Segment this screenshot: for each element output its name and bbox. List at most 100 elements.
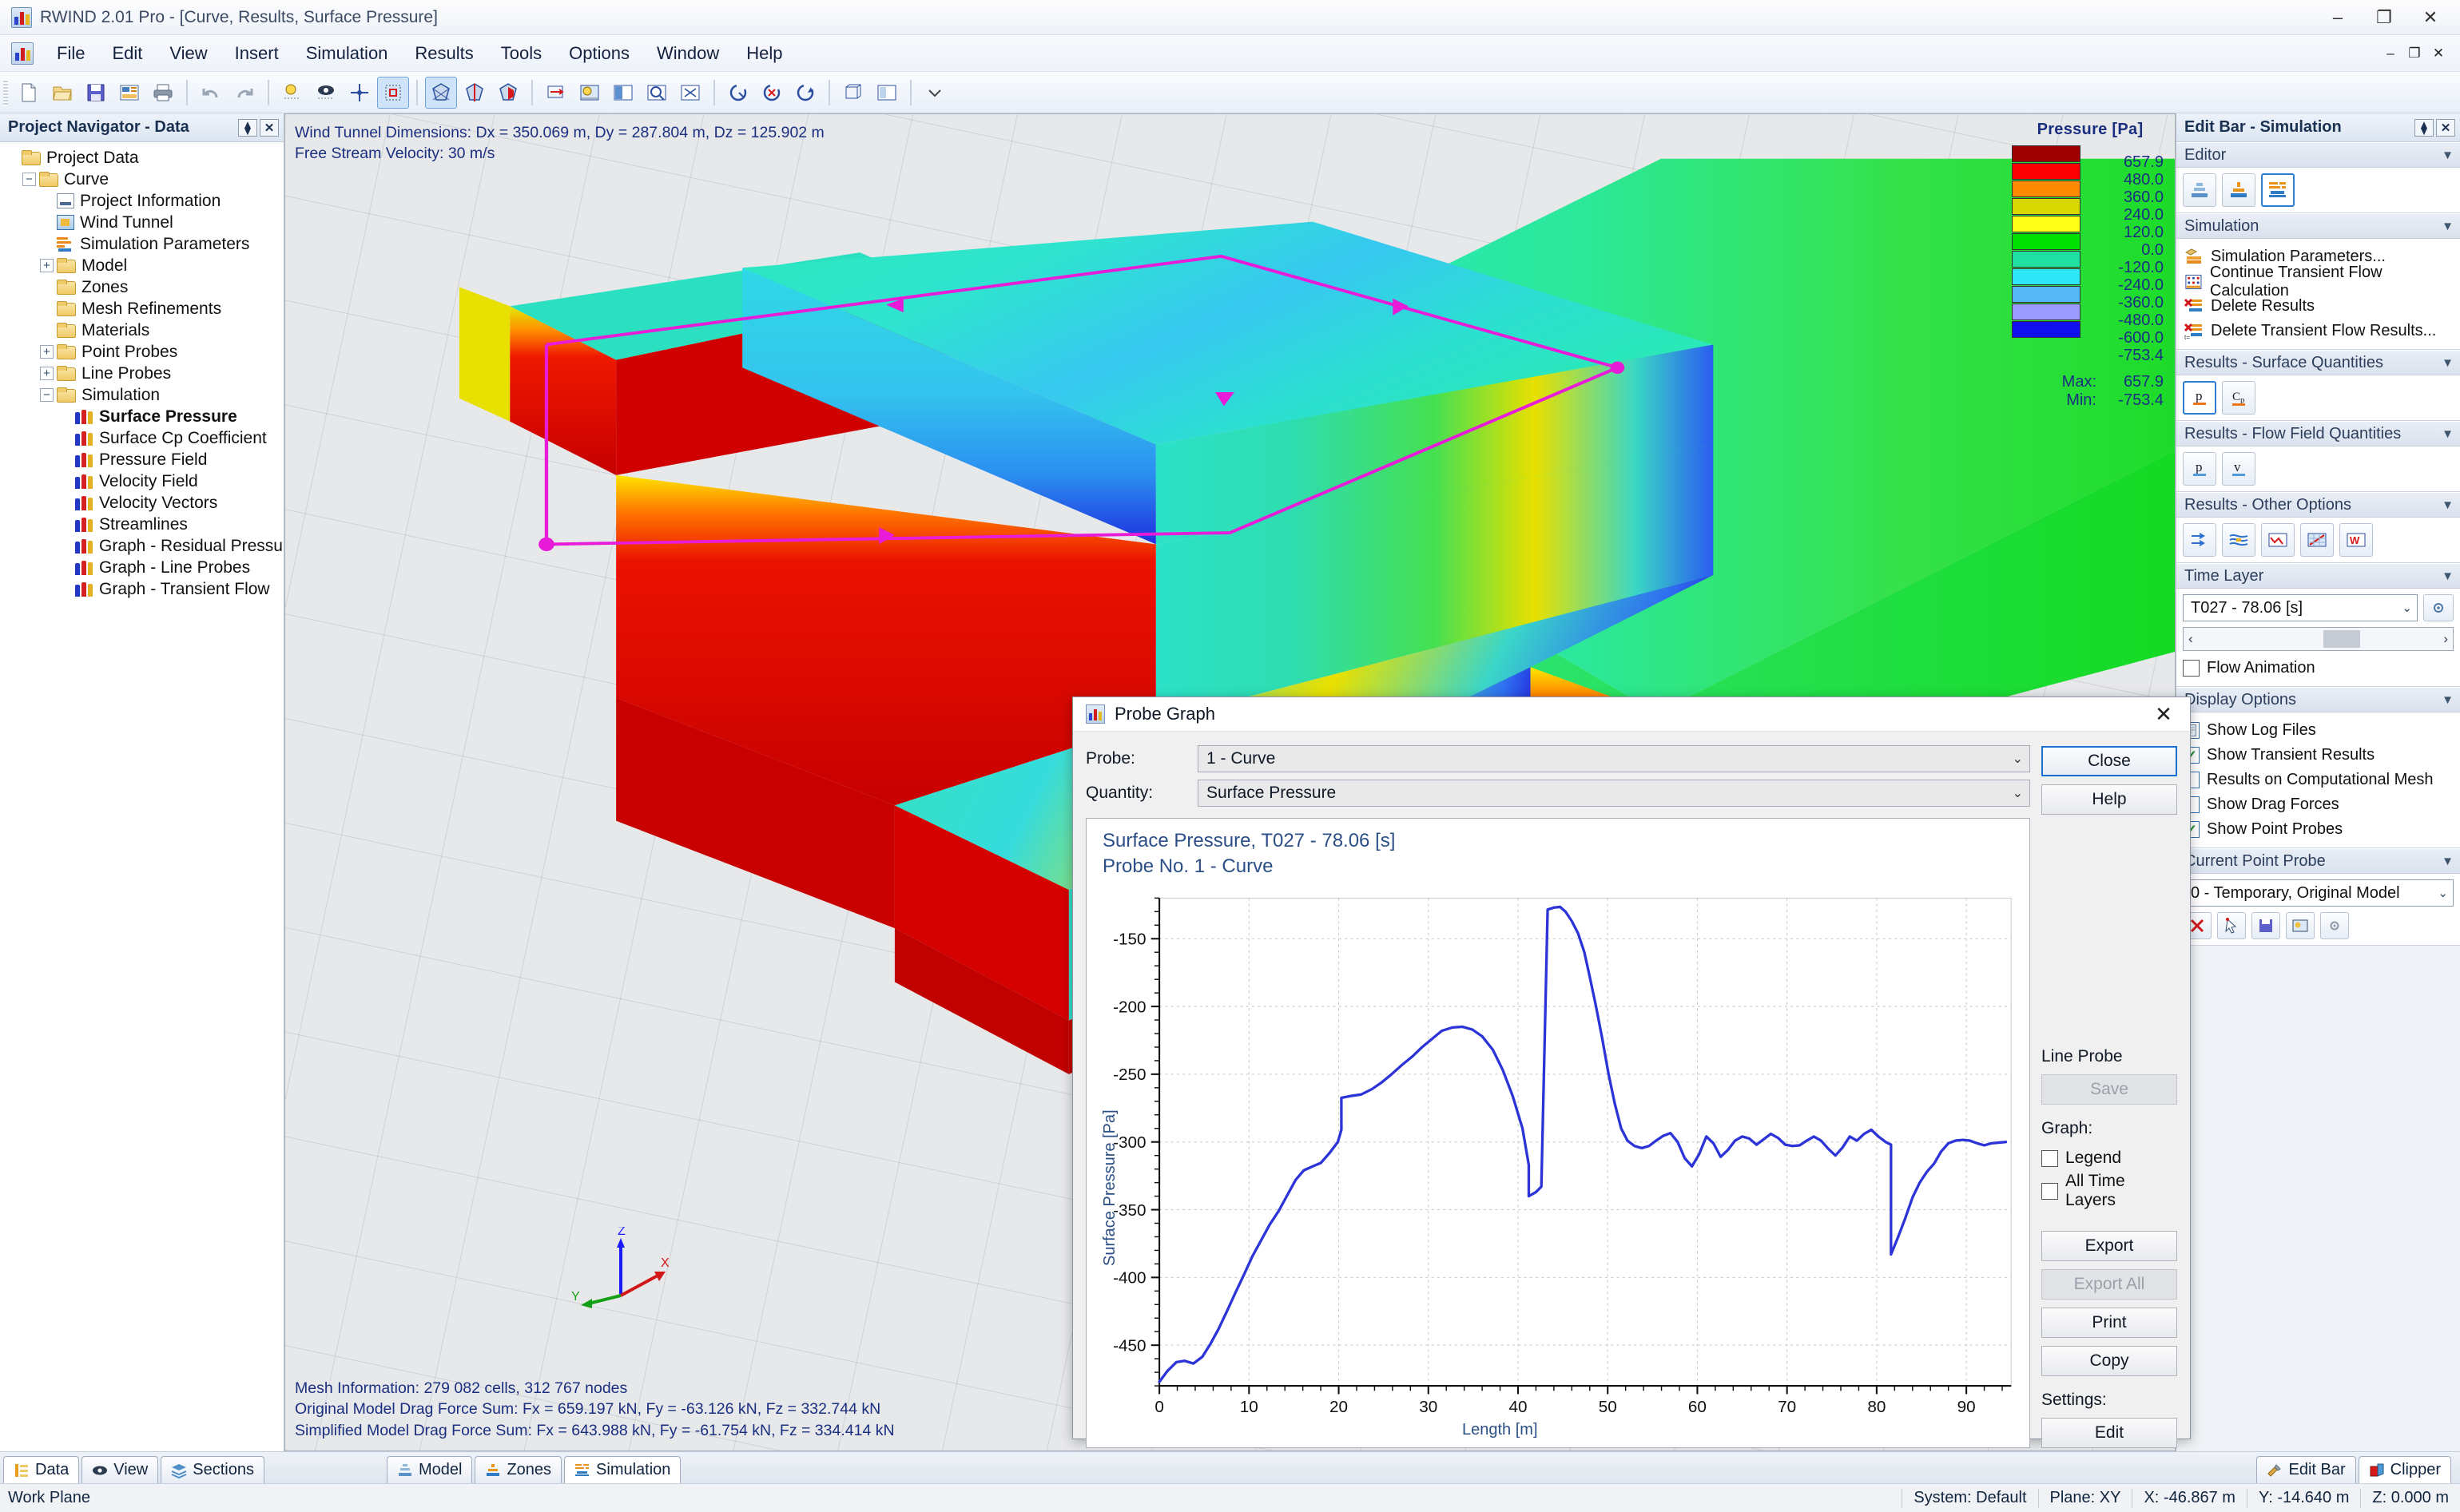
- tree-item-line-probes[interactable]: + Line Probes: [0, 363, 284, 384]
- mdi-restore-button[interactable]: ❐: [2402, 42, 2426, 65]
- model-editor-icon[interactable]: [2183, 173, 2216, 207]
- show-log-files-row[interactable]: Show Log Files: [2183, 718, 2454, 743]
- save-probe-icon[interactable]: [2251, 912, 2280, 939]
- close-icon[interactable]: ✕: [2436, 118, 2455, 137]
- redo-icon[interactable]: [229, 77, 260, 109]
- rotate-right-icon[interactable]: [789, 77, 821, 109]
- menu-simulation[interactable]: Simulation: [292, 38, 402, 69]
- menu-tools[interactable]: Tools: [487, 38, 555, 69]
- dialog-close-icon[interactable]: ✕: [2145, 697, 2182, 731]
- maximize-button[interactable]: ❐: [2361, 1, 2407, 34]
- mdi-minimize-button[interactable]: –: [2379, 42, 2402, 65]
- undo-icon[interactable]: [195, 77, 227, 109]
- close-button[interactable]: ✕: [2407, 1, 2454, 34]
- save-as-card-icon[interactable]: [113, 77, 145, 109]
- velocity-vectors-icon[interactable]: [2183, 523, 2216, 557]
- save-disk-icon[interactable]: [80, 77, 112, 109]
- tab-view[interactable]: View: [81, 1456, 159, 1483]
- tree-item-wind-tunnel[interactable]: Wind Tunnel: [0, 212, 284, 233]
- current-point-probe-select[interactable]: 0 - Temporary, Original Model ⌄: [2183, 879, 2454, 907]
- chevron-down-icon[interactable]: ▼: [2442, 693, 2454, 707]
- continue-transient-item[interactable]: Continue Transient Flow Calculation: [2183, 264, 2454, 300]
- selection-box-icon[interactable]: [377, 76, 409, 109]
- surface-cp-button[interactable]: Cp: [2222, 381, 2255, 415]
- tree-item-materials[interactable]: Materials: [0, 319, 284, 341]
- toolbar-grip[interactable]: [3, 78, 8, 106]
- tree-item-model[interactable]: + Model: [0, 255, 284, 276]
- render-surface-icon[interactable]: [276, 77, 308, 109]
- menu-help[interactable]: Help: [733, 38, 796, 69]
- time-settings-icon[interactable]: [2423, 594, 2454, 621]
- surface-pressure-p-button[interactable]: p: [2183, 381, 2216, 415]
- delete-transient-item[interactable]: t= Delete Transient Flow Results...: [2183, 319, 2454, 343]
- help-button[interactable]: Help: [2041, 784, 2177, 815]
- menu-edit[interactable]: Edit: [98, 38, 156, 69]
- group-header-current-point-probe[interactable]: Current Point Probe ▼: [2176, 848, 2460, 874]
- flow-velocity-v-button[interactable]: v: [2222, 452, 2255, 486]
- more-tools-icon[interactable]: [919, 77, 951, 109]
- quantity-select[interactable]: Surface Pressure ⌄: [1198, 780, 2030, 807]
- tab-simulation[interactable]: Simulation: [564, 1456, 682, 1483]
- all-time-layers-checkbox[interactable]: [2041, 1182, 2058, 1200]
- chevron-down-icon[interactable]: ▼: [2442, 498, 2454, 512]
- tab-edit-bar[interactable]: Edit Bar: [2256, 1456, 2356, 1483]
- tree-item-streamlines[interactable]: Streamlines: [0, 514, 284, 535]
- flow-animation-checkbox[interactable]: [2183, 660, 2200, 677]
- zones-editor-icon[interactable]: [2222, 173, 2255, 207]
- tree-item-surface-cp-coefficient[interactable]: Surface Cp Coefficient: [0, 427, 284, 449]
- tree-item-point-probes[interactable]: + Point Probes: [0, 341, 284, 363]
- wind-load-icon[interactable]: W: [2339, 523, 2373, 557]
- copy-button[interactable]: Copy: [2041, 1345, 2177, 1376]
- tree-item-simulation-parameters[interactable]: Simulation Parameters: [0, 233, 284, 255]
- collapse-icon[interactable]: −: [40, 388, 54, 402]
- tree-item-simulation[interactable]: − Simulation: [0, 384, 284, 406]
- scroll-thumb[interactable]: [2323, 630, 2361, 648]
- menu-app-icon[interactable]: [11, 42, 34, 65]
- menu-results[interactable]: Results: [401, 38, 487, 69]
- group-header-display-options[interactable]: Display Options ▼: [2176, 687, 2460, 712]
- print-button[interactable]: Print: [2041, 1307, 2177, 1338]
- rotate-left-icon[interactable]: [722, 77, 754, 109]
- chevron-down-icon[interactable]: ▼: [2442, 356, 2454, 370]
- minimize-button[interactable]: –: [2315, 1, 2361, 34]
- scroll-right-icon[interactable]: ›: [2443, 631, 2448, 647]
- perspective-icon[interactable]: [837, 77, 869, 109]
- close-icon[interactable]: ✕: [260, 118, 279, 137]
- tree-item-graph-residual-pressure[interactable]: Graph - Residual Pressure: [0, 535, 284, 557]
- settings-probe-icon[interactable]: [2320, 912, 2349, 939]
- export-button[interactable]: Export: [2041, 1230, 2177, 1261]
- group-header-other-options[interactable]: Results - Other Options ▼: [2176, 492, 2460, 518]
- render-wireframe-eye-icon[interactable]: [310, 77, 342, 109]
- group-header-editor[interactable]: Editor ▼: [2176, 142, 2460, 168]
- snap-grid-icon[interactable]: [344, 77, 376, 109]
- chevron-down-icon[interactable]: ▼: [2442, 427, 2454, 441]
- residual-graph-icon[interactable]: [2261, 523, 2295, 557]
- collapse-icon[interactable]: −: [22, 173, 36, 186]
- tab-model[interactable]: Model: [386, 1456, 473, 1483]
- mirror-icon[interactable]: [540, 77, 572, 109]
- shade-model-icon[interactable]: [574, 77, 606, 109]
- tree-item-project-information[interactable]: Project Information: [0, 190, 284, 212]
- show-point-probes-row[interactable]: Show Point Probes: [2183, 817, 2454, 842]
- tree-item-velocity-field[interactable]: Velocity Field: [0, 470, 284, 492]
- new-document-icon[interactable]: [13, 77, 45, 109]
- show-transient-results-row[interactable]: Show Transient Results: [2183, 743, 2454, 768]
- chevron-down-icon[interactable]: ▼: [2442, 855, 2454, 868]
- menu-view[interactable]: View: [156, 38, 221, 69]
- time-layer-select[interactable]: T027 - 78.06 [s] ⌄: [2183, 594, 2418, 621]
- pin-icon[interactable]: ⧫: [2414, 118, 2434, 137]
- flow-animation-row[interactable]: Flow Animation: [2183, 656, 2454, 681]
- mdi-close-button[interactable]: ✕: [2426, 42, 2450, 65]
- expand-icon[interactable]: +: [40, 259, 54, 272]
- menu-window[interactable]: Window: [643, 38, 733, 69]
- scroll-left-icon[interactable]: ‹: [2188, 631, 2193, 647]
- pick-probe-icon[interactable]: [2217, 912, 2246, 939]
- simulation-editor-icon[interactable]: [2261, 173, 2295, 207]
- group-header-surface-quantities[interactable]: Results - Surface Quantities ▼: [2176, 350, 2460, 375]
- tree-item-surface-pressure[interactable]: Surface Pressure: [0, 406, 284, 427]
- expand-icon[interactable]: +: [40, 345, 54, 359]
- tree-item-velocity-vectors[interactable]: Velocity Vectors: [0, 492, 284, 514]
- probe-graph-dialog[interactable]: Probe Graph ✕ Probe: 1 - Curve ⌄ Quantit…: [1072, 696, 2191, 1448]
- section-view-icon[interactable]: [607, 77, 639, 109]
- all-time-layers-checkbox-row[interactable]: All Time Layers: [2041, 1172, 2177, 1209]
